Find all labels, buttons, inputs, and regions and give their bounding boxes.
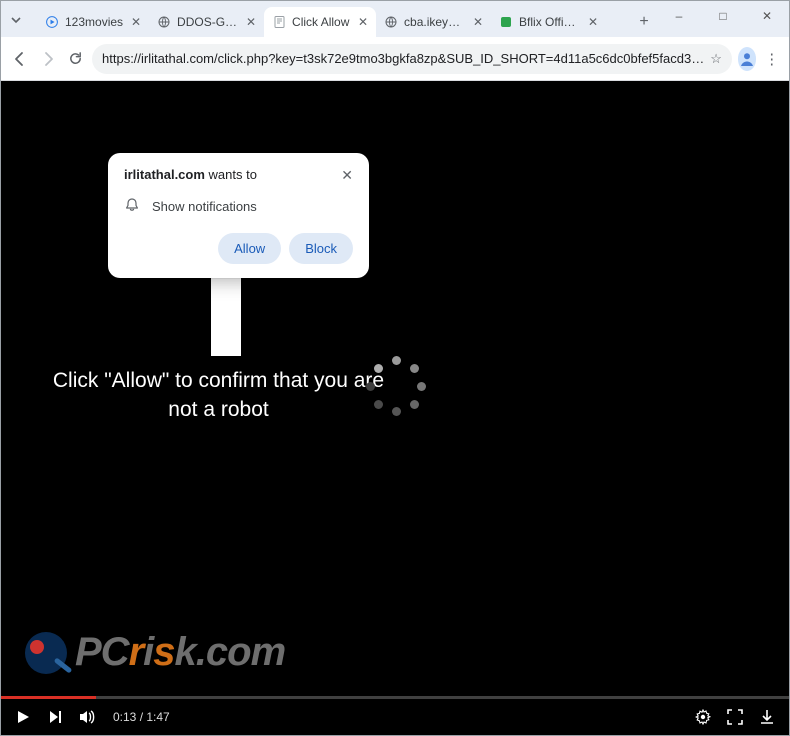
tabstrip: 123movies✕DDOS-GUARD✕Click Allow✕cba.ike… xyxy=(31,1,629,37)
doc-favicon-icon xyxy=(272,15,286,29)
loading-spinner-icon xyxy=(366,356,426,416)
tab-close-icon[interactable]: ✕ xyxy=(356,15,370,29)
notification-permission-dialog: irlitathal.com wants to ✕ Show notificat… xyxy=(108,153,369,278)
video-current-time: 0:13 xyxy=(113,710,136,724)
back-button[interactable] xyxy=(9,45,31,73)
tab-label: cba.ikeymonitor xyxy=(404,15,465,29)
profile-avatar[interactable] xyxy=(738,47,757,71)
reload-button[interactable] xyxy=(64,45,86,73)
volume-button[interactable] xyxy=(79,709,97,725)
bookmark-star-icon[interactable]: ☆ xyxy=(710,51,722,67)
tab-0[interactable]: 123movies ✕ xyxy=(37,7,149,37)
new-tab-button[interactable]: + xyxy=(631,9,657,35)
window-controls: – □ ✕ xyxy=(657,1,789,37)
green-favicon-icon xyxy=(499,15,513,29)
block-button[interactable]: Block xyxy=(289,233,353,264)
toolbar: https://irlitathal.com/click.php?key=t3s… xyxy=(1,37,789,81)
url-text: https://irlitathal.com/click.php?key=t3s… xyxy=(102,51,704,66)
browser-menu-button[interactable]: ⋮ xyxy=(762,50,781,68)
watermark-logo-icon xyxy=(25,632,67,674)
video-controls: 0:13 / 1:47 xyxy=(1,699,789,735)
tab-label: Bflix Official xyxy=(519,15,580,29)
tab-2[interactable]: Click Allow ✕ xyxy=(264,7,376,37)
tab-label: 123movies xyxy=(65,15,123,29)
captcha-message: Click "Allow" to confirm that you are no… xyxy=(41,366,396,425)
browser-window: 123movies✕DDOS-GUARD✕Click Allow✕cba.ike… xyxy=(0,0,790,736)
maximize-button[interactable]: □ xyxy=(701,1,745,31)
forward-button xyxy=(37,45,59,73)
download-button[interactable] xyxy=(759,709,775,725)
tab-close-icon[interactable]: ✕ xyxy=(471,15,485,29)
tab-3[interactable]: cba.ikeymonitor ✕ xyxy=(376,7,491,37)
minimize-button[interactable]: – xyxy=(657,1,701,31)
play-favicon-icon xyxy=(45,15,59,29)
next-button[interactable] xyxy=(47,709,63,725)
globe-favicon-icon xyxy=(157,15,171,29)
permission-title: irlitathal.com wants to xyxy=(124,167,257,182)
permission-site: irlitathal.com xyxy=(124,167,205,182)
titlebar: 123movies✕DDOS-GUARD✕Click Allow✕cba.ike… xyxy=(1,1,789,37)
tab-1[interactable]: DDOS-GUARD ✕ xyxy=(149,7,264,37)
page-content: Click "Allow" to confirm that you are no… xyxy=(1,81,789,735)
tab-close-icon[interactable]: ✕ xyxy=(586,15,600,29)
watermark: PCrisk.com xyxy=(25,630,285,675)
video-time: 0:13 / 1:47 xyxy=(113,710,170,724)
tab-close-icon[interactable]: ✕ xyxy=(244,15,258,29)
fullscreen-button[interactable] xyxy=(727,709,743,725)
allow-button[interactable]: Allow xyxy=(218,233,281,264)
settings-button[interactable] xyxy=(695,709,711,725)
tab-label: DDOS-GUARD xyxy=(177,15,238,29)
tab-close-icon[interactable]: ✕ xyxy=(129,15,143,29)
tab-label: Click Allow xyxy=(292,15,350,29)
permission-close-button[interactable]: ✕ xyxy=(341,167,353,184)
address-bar[interactable]: https://irlitathal.com/click.php?key=t3s… xyxy=(92,44,732,74)
globe-favicon-icon xyxy=(384,15,398,29)
permission-item-label: Show notifications xyxy=(152,199,257,214)
play-button[interactable] xyxy=(15,709,31,725)
video-duration: 1:47 xyxy=(146,710,169,724)
window-close-button[interactable]: ✕ xyxy=(745,1,789,31)
tab-search-dropdown[interactable] xyxy=(1,5,31,35)
bell-icon xyxy=(124,198,140,215)
watermark-text: PCrisk.com xyxy=(75,630,285,675)
tab-4[interactable]: Bflix Official ✕ xyxy=(491,7,606,37)
